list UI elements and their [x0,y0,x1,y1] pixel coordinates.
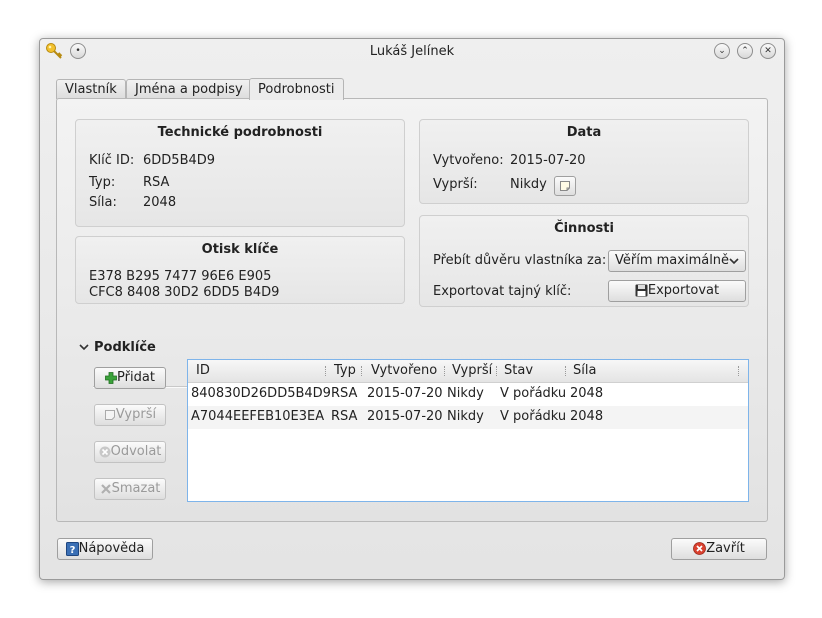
note-icon [104,409,115,420]
trust-level-value: Věřím maximálně [615,253,730,268]
chevron-down-icon [79,344,89,351]
column-separator [361,366,364,376]
chevron-down-icon [729,258,739,265]
cell-expires: Nikdy [447,386,484,401]
column-separator [738,366,741,376]
maximize-button[interactable]: ⌃ [737,43,753,59]
column-id[interactable]: ID [196,363,210,378]
export-secret-label: Exportovat tajný klíč: [433,284,572,299]
column-created[interactable]: Vytvořeno [371,363,437,378]
key-strength-label: Síla: [89,195,117,210]
details-panel: Technické podrobnosti Klíč ID: 6DD5B4D9 … [56,98,768,522]
calendar-note-icon [560,180,570,191]
column-separator [444,366,447,376]
floppy-disk-icon [635,284,648,297]
close-button[interactable]: Zavřít [671,538,767,560]
fingerprint-title: Otisk klíče [201,242,279,257]
actions-group: Činnosti Přebít důvěru vlastníka za: Věř… [419,215,749,307]
cell-expires: Nikdy [447,409,484,424]
revoke-icon [99,446,111,457]
cell-created: 2015-07-20 [367,409,443,424]
delete-subkey-button[interactable]: Smazat [94,478,166,500]
column-separator [565,366,568,376]
help-button-label: Nápověda [78,541,145,556]
key-type-value: RSA [143,175,170,190]
cell-status: V pořádku [500,386,567,401]
key-id-value: 6DD5B4D9 [143,153,216,168]
cell-strength: 2048 [570,386,604,401]
tab-details[interactable]: Podrobnosti [249,78,344,100]
column-expires[interactable]: Vyprší [452,363,492,378]
cell-status: V pořádku [500,409,567,424]
subkeys-toggle[interactable]: Podklíče [79,340,156,355]
cell-type: RSA [331,409,358,424]
add-subkey-label: Přidat [117,370,155,385]
fingerprint-line-1: E378 B295 7477 96E6 E905 [89,269,272,284]
key-strength-value: 2048 [143,195,177,210]
title-bar: • Lukáš Jelínek ⌄ ⌃ ✕ [40,39,784,65]
cell-id: 840830D26DD5B4D9 [191,386,331,401]
table-row[interactable]: 840830D26DD5B4D9 RSA 2015-07-20 Nikdy V … [188,383,748,406]
trust-label: Přebít důvěru vlastníka za: [433,253,607,268]
window-title: Lukáš Jelínek [369,44,455,59]
plus-icon [105,371,117,384]
created-value: 2015-07-20 [510,153,586,168]
revoke-subkey-label: Odvolat [110,444,162,459]
key-properties-window: • Lukáš Jelínek ⌄ ⌃ ✕ Vlastník Jména a p… [39,38,785,580]
tab-owner[interactable]: Vlastník [56,79,126,99]
cell-id: A7044EEFEB10E3EA [191,409,325,424]
minimize-button[interactable]: ⌄ [714,43,730,59]
svg-text:?: ? [69,545,75,556]
help-book-icon: ? [65,541,79,556]
column-status[interactable]: Stav [504,363,533,378]
column-strength[interactable]: Síla [573,363,596,378]
actions-title: Činnosti [554,221,614,236]
delete-subkey-label: Smazat [111,481,161,496]
cell-created: 2015-07-20 [367,386,443,401]
help-button[interactable]: ? Nápověda [57,538,153,560]
created-label: Vytvořeno: [433,153,504,168]
cell-strength: 2048 [570,409,604,424]
subkeys-table[interactable]: ID Typ Vytvořeno Vyprší Stav Síla 840830… [187,359,749,502]
column-separator [325,366,328,376]
close-window-button[interactable]: ✕ [760,43,776,59]
close-button-label: Zavřít [706,541,745,556]
dates-title: Data [566,125,602,140]
technical-details-group: Technické podrobnosti Klíč ID: 6DD5B4D9 … [75,119,405,227]
close-icon [693,542,707,555]
column-separator [496,366,499,376]
expires-value: Nikdy [510,177,547,192]
fingerprint-line-2: CFC8 8408 30D2 6DD5 B4D9 [89,285,280,300]
revoke-subkey-button[interactable]: Odvolat [94,441,166,463]
table-row[interactable]: A7044EEFEB10E3EA RSA 2015-07-20 Nikdy V … [188,406,748,429]
dates-group: Data Vytvořeno: 2015-07-20 Vyprší: Nikdy [419,119,749,204]
key-type-label: Typ: [89,175,116,190]
delete-icon [100,483,111,494]
cell-type: RSA [331,386,358,401]
add-subkey-button[interactable]: Přidat [94,367,166,389]
expires-label: Vyprší: [433,177,478,192]
technical-details-title: Technické podrobnosti [157,125,323,140]
tab-names-signatures[interactable]: Jména a podpisy [126,79,252,99]
export-button-label: Exportovat [647,283,720,298]
subkeys-title: Podklíče [94,340,156,355]
trust-level-select[interactable]: Věřím maximálně [608,250,746,272]
column-type[interactable]: Typ [334,363,356,378]
export-button[interactable]: Exportovat [608,280,746,302]
change-expiry-button[interactable] [554,176,576,196]
key-id-label: Klíč ID: [89,153,135,168]
subkeys-table-header: ID Typ Vytvořeno Vyprší Stav Síla [188,360,748,383]
fingerprint-group: Otisk klíče E378 B295 7477 96E6 E905 CFC… [75,236,405,304]
expire-subkey-button[interactable]: Vyprší [94,404,166,426]
expire-subkey-label: Vyprší [115,407,157,422]
